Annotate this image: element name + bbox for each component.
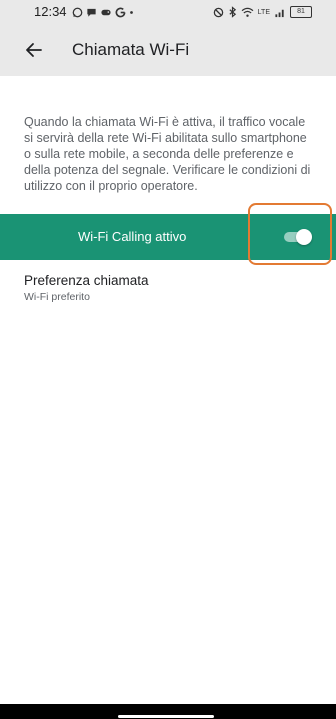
- bluetooth-icon: [229, 6, 236, 18]
- wifi-icon: [241, 7, 254, 17]
- system-icons: LTE 81: [213, 0, 312, 24]
- app-bar: Chiamata Wi-Fi: [0, 24, 336, 76]
- notification-icons: [72, 0, 134, 24]
- navigation-bar: [0, 704, 336, 719]
- whatsapp-icon: [72, 7, 83, 17]
- wifi-calling-description: Quando la chiamata Wi-Fi è attiva, il tr…: [24, 115, 311, 193]
- page-title: Chiamata Wi-Fi: [72, 40, 190, 59]
- highlight-annotation: [248, 203, 332, 265]
- game-icon: [101, 9, 111, 15]
- call-preference-value: Wi-Fi preferito: [24, 291, 90, 303]
- lte-signal-icon: [275, 9, 284, 17]
- google-icon: [115, 7, 126, 17]
- chat-icon: [87, 8, 96, 17]
- status-bar: 12:34 LTE 81: [0, 0, 336, 24]
- dot-icon: [130, 10, 133, 14]
- back-arrow-icon[interactable]: [22, 38, 46, 62]
- wifi-calling-label: Wi-Fi Calling attivo: [78, 229, 187, 244]
- battery-level: 81: [297, 8, 305, 15]
- status-time: 12:34: [34, 4, 67, 19]
- lte-label: LTE: [257, 8, 270, 16]
- call-preference-item[interactable]: Preferenza chiamata Wi-Fi preferito: [24, 272, 314, 314]
- battery-icon: 81: [290, 6, 312, 18]
- home-gesture-pill[interactable]: [118, 715, 214, 718]
- nfc-icon: [213, 7, 223, 17]
- call-preference-title: Preferenza chiamata: [24, 273, 149, 288]
